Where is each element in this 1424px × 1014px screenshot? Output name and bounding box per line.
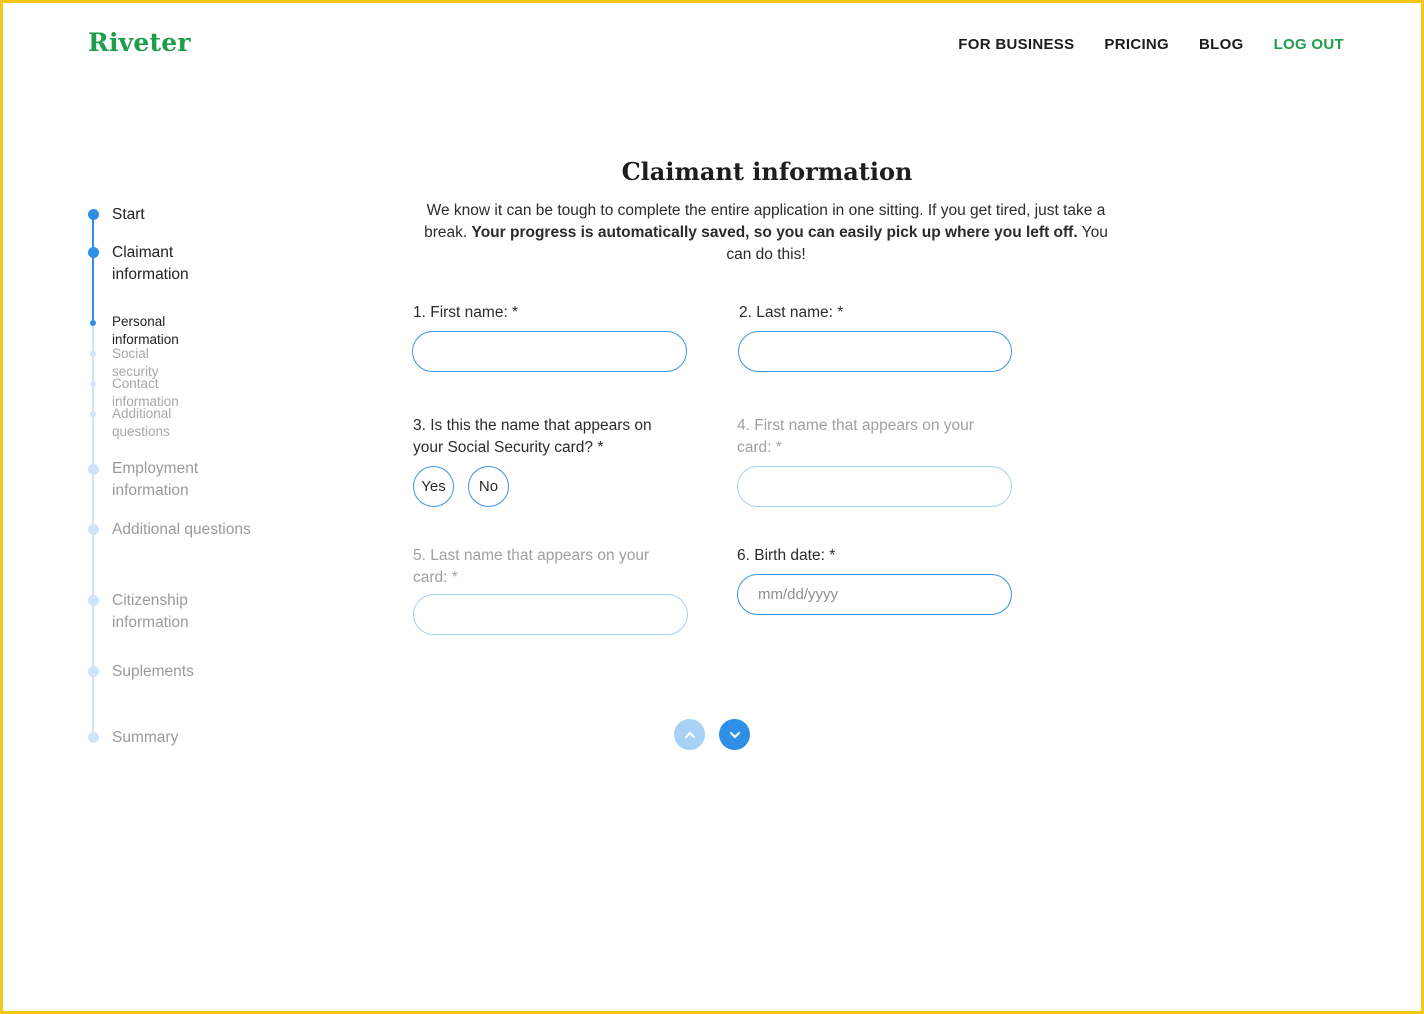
step-employment-information[interactable]: Employment information	[112, 458, 252, 502]
substep-additional-questions[interactable]: Additional questions	[112, 405, 171, 441]
step-dot-employment	[87, 464, 99, 475]
card-first-name-input[interactable]	[737, 466, 1012, 507]
nav-for-business[interactable]: FOR BUSINESS	[958, 36, 1074, 53]
step-dot-suplements	[87, 666, 99, 677]
substep-personal-information[interactable]: Personal information	[112, 313, 179, 349]
card-first-name-label: 4. First name that appears on your card:…	[737, 417, 974, 456]
substep-dot-additional	[90, 411, 96, 417]
birth-date-input[interactable]	[737, 574, 1012, 615]
substep-dot-contact	[90, 381, 96, 387]
intro-text: We know it can be tough to complete the …	[412, 200, 1120, 266]
step-claimant-information[interactable]: Claimant information	[112, 242, 252, 286]
birth-date-label: 6. Birth date: *	[737, 547, 836, 564]
nav-pricing[interactable]: PRICING	[1104, 36, 1169, 53]
top-nav: FOR BUSINESS PRICING BLOG LOG OUT	[958, 36, 1344, 53]
nav-log-out[interactable]: LOG OUT	[1274, 36, 1344, 53]
substep-dot-personal	[90, 320, 96, 326]
last-name-label: 2. Last name: *	[739, 304, 844, 321]
step-dot-claimant	[87, 247, 99, 258]
step-dot-additional	[87, 524, 99, 535]
card-last-name-label: 5. Last name that appears on your card: …	[413, 547, 650, 586]
chevron-down-icon	[729, 731, 740, 738]
riveter-logo[interactable]: Riveter	[88, 28, 191, 57]
step-start[interactable]: Start	[112, 204, 252, 226]
ssn-name-question-label: 3. Is this the name that appears on your…	[413, 417, 652, 456]
first-name-label: 1. First name: *	[413, 304, 519, 321]
first-name-input[interactable]	[412, 331, 687, 372]
step-dot-citizenship	[87, 595, 99, 606]
yes-button[interactable]: Yes	[413, 466, 454, 507]
step-dot-summary	[87, 732, 99, 743]
card-last-name-input[interactable]	[413, 594, 688, 635]
last-name-input[interactable]	[738, 331, 1012, 372]
page-title: Claimant information	[621, 157, 913, 186]
stepper-track-complete	[92, 214, 94, 324]
no-button[interactable]: No	[468, 466, 509, 507]
intro-bold: Your progress is automatically saved, so…	[471, 224, 1078, 241]
substep-dot-social	[90, 351, 96, 357]
nav-blog[interactable]: BLOG	[1199, 36, 1244, 53]
chevron-up-icon	[684, 731, 695, 738]
step-suplements[interactable]: Suplements	[112, 661, 252, 683]
previous-question-button[interactable]	[674, 719, 705, 750]
next-question-button[interactable]	[719, 719, 750, 750]
step-additional-questions[interactable]: Additional questions	[112, 519, 252, 541]
step-dot-start	[87, 209, 99, 220]
page-frame	[0, 0, 1424, 1014]
step-citizenship-information[interactable]: Citizenship information	[112, 590, 252, 634]
step-summary[interactable]: Summary	[112, 727, 252, 749]
